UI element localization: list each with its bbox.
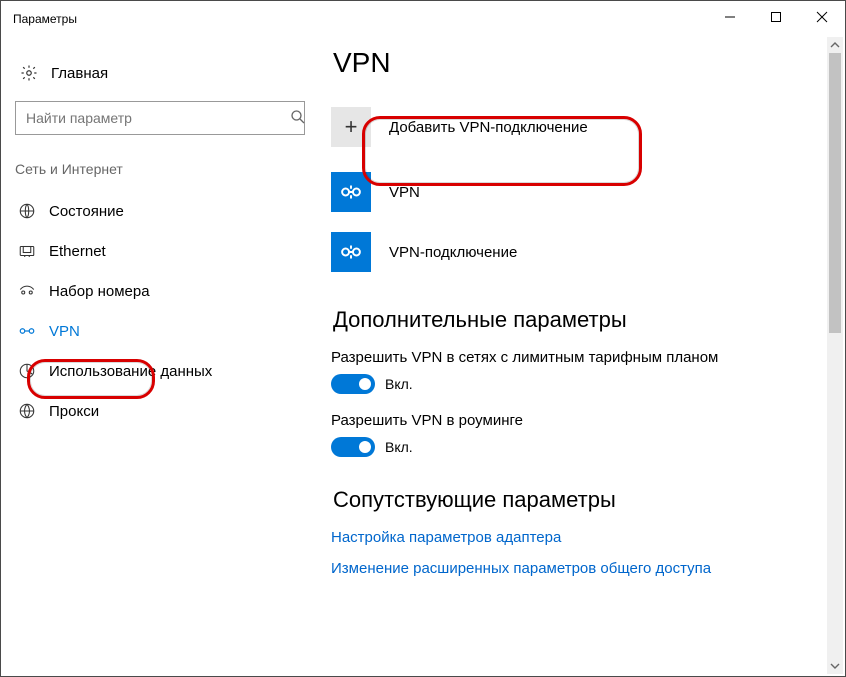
sidebar-item-data-usage[interactable]: Использование данных — [1, 351, 331, 391]
sidebar-nav-list: Состояние Ethernet Набор номера — [1, 191, 331, 431]
toggle-metered[interactable]: Вкл. — [331, 374, 825, 394]
vpn-connection-item[interactable]: VPN — [331, 167, 825, 217]
vpn-connection-item[interactable]: VPN-подключение — [331, 227, 825, 277]
sidebar-home[interactable]: Главная — [1, 53, 331, 93]
sidebar-home-label: Главная — [43, 65, 108, 82]
dialup-icon — [13, 282, 41, 300]
add-vpn-button[interactable]: + Добавить VPN-подключение — [331, 99, 825, 155]
related-heading: Сопутствующие параметры — [333, 487, 825, 513]
setting-label: Разрешить VPN в роуминге — [331, 412, 825, 429]
maximize-button[interactable] — [753, 1, 799, 33]
sidebar-item-label: Ethernet — [41, 243, 106, 260]
toggle-state: Вкл. — [385, 376, 413, 392]
window-title: Параметры — [13, 12, 77, 26]
vpn-icon — [13, 322, 41, 340]
sidebar-item-vpn[interactable]: VPN — [1, 311, 331, 351]
search-icon — [289, 108, 307, 126]
vertical-scrollbar[interactable] — [827, 37, 843, 674]
content-pane: VPN + Добавить VPN-подключение VPN — [331, 37, 845, 676]
data-usage-icon — [13, 362, 41, 380]
link-adapter-settings[interactable]: Настройка параметров адаптера — [331, 529, 825, 546]
sidebar-item-label: Набор номера — [41, 283, 150, 300]
sidebar-item-proxy[interactable]: Прокси — [1, 391, 331, 431]
sidebar-item-label: Состояние — [41, 203, 124, 220]
sidebar-item-dialup[interactable]: Набор номера — [1, 271, 331, 311]
globe-grid-icon — [13, 202, 41, 220]
close-button[interactable] — [799, 1, 845, 33]
sidebar-item-label: Прокси — [41, 403, 99, 420]
window-controls — [707, 1, 845, 33]
globe-icon — [13, 402, 41, 420]
toggle-state: Вкл. — [385, 439, 413, 455]
plus-icon: + — [331, 107, 371, 147]
sidebar-item-status[interactable]: Состояние — [1, 191, 331, 231]
sidebar-category: Сеть и Интернет — [1, 151, 331, 191]
search-container — [15, 101, 317, 135]
vpn-connection-label: VPN-подключение — [389, 244, 517, 261]
sidebar-item-label: VPN — [41, 323, 80, 340]
ethernet-icon — [13, 242, 41, 260]
setting-metered: Разрешить VPN в сетях с лимитным тарифны… — [331, 349, 825, 394]
vpn-tile-icon — [331, 232, 371, 272]
gear-icon — [15, 64, 43, 82]
link-advanced-sharing[interactable]: Изменение расширенных параметров общего … — [331, 560, 825, 577]
minimize-button[interactable] — [707, 1, 753, 33]
toggle-roaming[interactable]: Вкл. — [331, 437, 825, 457]
setting-roaming: Разрешить VPN в роуминге Вкл. — [331, 412, 825, 457]
advanced-heading: Дополнительные параметры — [333, 307, 825, 333]
sidebar-item-ethernet[interactable]: Ethernet — [1, 231, 331, 271]
setting-label: Разрешить VPN в сетях с лимитным тарифны… — [331, 349, 825, 366]
search-input[interactable] — [15, 101, 305, 135]
scroll-up-icon[interactable] — [827, 37, 843, 53]
page-title: VPN — [333, 47, 825, 79]
scrollbar-thumb[interactable] — [829, 53, 841, 333]
vpn-connection-label: VPN — [389, 184, 420, 201]
scroll-down-icon[interactable] — [827, 658, 843, 674]
vpn-tile-icon — [331, 172, 371, 212]
sidebar: Главная Сеть и Интернет Состояние — [1, 37, 331, 676]
sidebar-item-label: Использование данных — [41, 363, 212, 380]
add-vpn-label: Добавить VPN-подключение — [389, 119, 588, 136]
